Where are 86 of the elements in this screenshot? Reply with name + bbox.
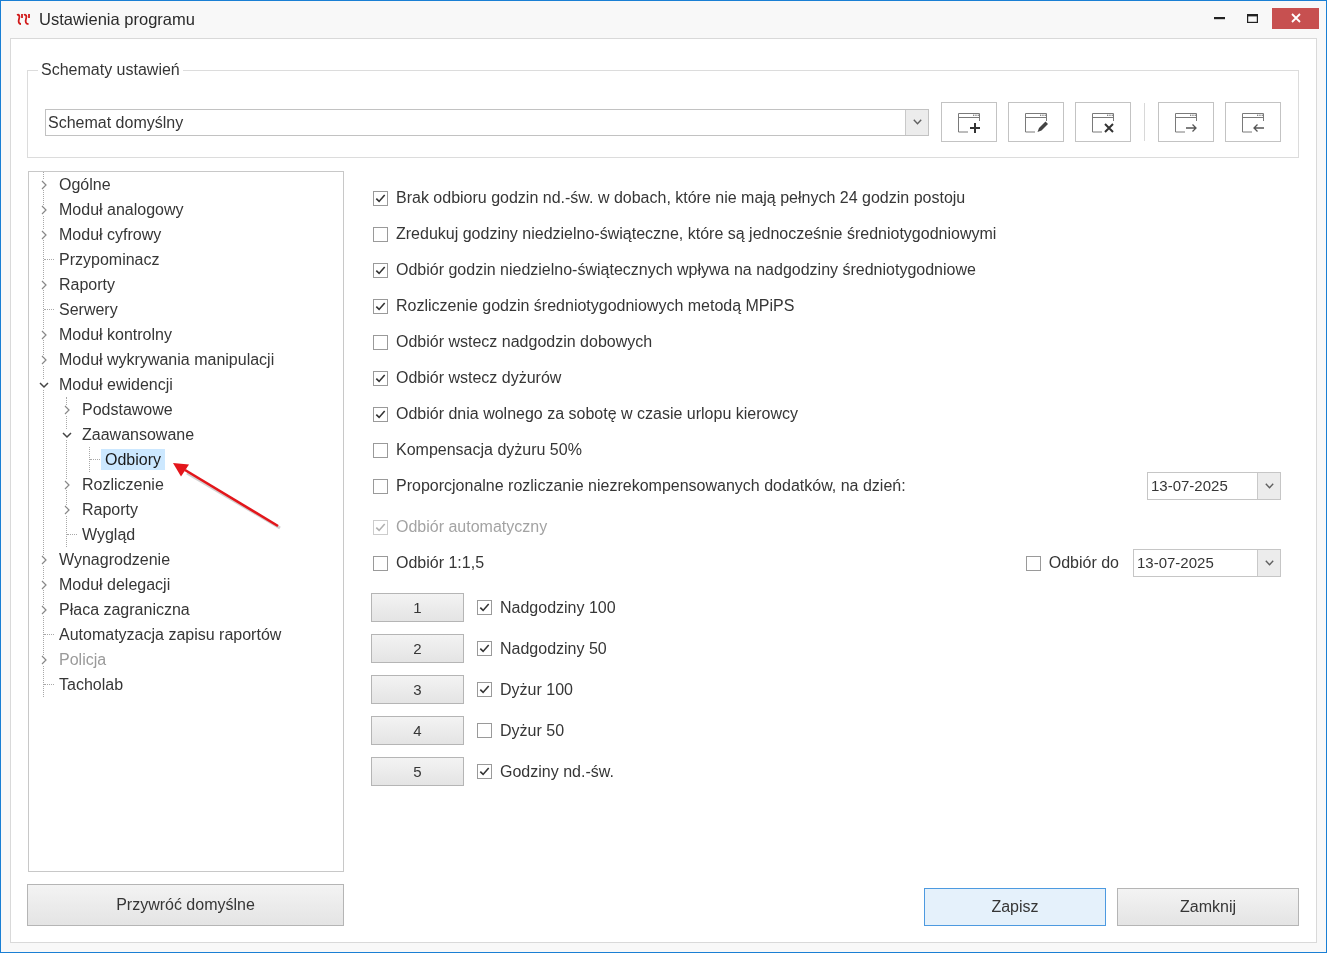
checkbox[interactable] <box>373 226 388 242</box>
checkbox[interactable] <box>373 298 388 314</box>
dialog-button[interactable]: Zamknij <box>1117 888 1299 926</box>
checkbox-label[interactable]: Nadgodziny 100 <box>500 598 616 617</box>
tree-item[interactable]: Moduł kontrolny <box>55 324 176 345</box>
tree-item[interactable]: Wynagrodzenie <box>55 549 175 570</box>
tree-item[interactable]: Płaca zagraniczna <box>55 599 194 620</box>
checkbox[interactable] <box>477 600 492 615</box>
tree-item[interactable]: Rozliczenie <box>78 474 168 495</box>
dialog-button[interactable]: Zapisz <box>924 888 1106 926</box>
tree-item[interactable]: Raporty <box>55 274 120 295</box>
tree-item[interactable]: Przypominacz <box>55 249 164 270</box>
checkbox[interactable] <box>477 723 492 738</box>
checkbox-label[interactable]: Odbiór godzin niedzielno-świątecznych wpływa na nadgodziny średniotygodniowe <box>396 261 976 279</box>
checkbox-label[interactable]: Rozliczenie godzin średniotygodniowych metodą MPiPS <box>396 297 795 315</box>
tree-item[interactable]: Raporty <box>78 499 143 520</box>
chevron-down-icon <box>1264 560 1274 566</box>
priority-button[interactable]: 5 <box>371 757 464 786</box>
toolbar-button[interactable] <box>941 102 997 142</box>
tree-item[interactable]: Moduł delegacji <box>55 574 175 595</box>
checkbox-label[interactable]: Proporcjonalne rozliczanie niezrekompensowanych dodatków, na dzień: <box>396 477 906 495</box>
checkbox-label[interactable]: Dyżur 100 <box>500 680 573 699</box>
dropdown-button[interactable] <box>1257 473 1280 499</box>
window-arrow-left-icon <box>1240 111 1266 133</box>
tree-item[interactable]: Moduł ewidencji <box>55 374 177 395</box>
close-button[interactable] <box>1272 7 1319 29</box>
checkbox[interactable] <box>373 370 388 386</box>
toolbar-button[interactable] <box>1075 102 1131 142</box>
chevron-down-icon <box>912 119 922 125</box>
checkbox-label[interactable]: Dyżur 50 <box>500 721 565 740</box>
checkbox-label[interactable]: Nadgodziny 50 <box>500 639 607 658</box>
toolbar-button[interactable] <box>1158 102 1214 142</box>
priority-button[interactable]: 4 <box>371 716 464 745</box>
checkbox-label[interactable]: Odbiór 1:1,5 <box>396 554 485 572</box>
tree-item[interactable]: Odbiory <box>101 449 166 470</box>
checkbox[interactable] <box>373 262 388 278</box>
tree-item[interactable]: Serwery <box>55 299 122 320</box>
checkbox[interactable] <box>373 190 388 206</box>
window-arrow-right-icon <box>1173 111 1199 133</box>
tree-item[interactable]: Tacholab <box>55 674 128 695</box>
checkbox[interactable] <box>373 406 388 422</box>
window-title: Ustawienia programu <box>39 10 195 29</box>
checkbox-label[interactable]: Godziny nd.-św. <box>500 762 614 781</box>
tree-item[interactable]: Moduł wykrywania manipulacji <box>55 349 279 370</box>
group-title: Schematy ustawień <box>40 61 181 79</box>
tree-item[interactable]: Moduł cyfrowy <box>55 224 166 245</box>
checkbox-label[interactable]: Zredukuj godziny niedzielno-świąteczne, które są jednocześnie średniotygodniowymi <box>396 225 997 243</box>
checkbox-label[interactable]: Odbiór dnia wolnego za sobotę w czasie urlopu kierowcy <box>396 405 798 423</box>
date-picker[interactable]: 13-07-2025 <box>1147 472 1281 500</box>
tree-item[interactable]: Ogólne <box>55 174 115 195</box>
tree-item[interactable]: Automatyzacja zapisu raportów <box>55 624 286 645</box>
tree-item[interactable]: Moduł analogowy <box>55 199 188 220</box>
priority-button[interactable]: 1 <box>371 593 464 622</box>
app-logo-icon <box>16 13 30 26</box>
date-picker[interactable]: 13-07-2025 <box>1133 549 1281 577</box>
toolbar-button[interactable] <box>1008 102 1064 142</box>
checkbox-label[interactable]: Odbiór do <box>1048 554 1119 572</box>
dropdown-button[interactable] <box>905 109 928 135</box>
restore-defaults-button[interactable]: Przywróć domyślne <box>27 884 344 926</box>
checkbox[interactable] <box>373 478 388 494</box>
tree-item[interactable]: Wygląd <box>78 524 140 545</box>
checkbox-label[interactable]: Odbiór wstecz dyżurów <box>396 369 562 387</box>
tree-item[interactable]: Podstawowe <box>78 399 177 420</box>
checkbox[interactable] <box>477 764 492 779</box>
checkbox[interactable] <box>373 334 388 350</box>
checkbox[interactable] <box>373 555 388 571</box>
toolbar-button[interactable] <box>1225 102 1281 142</box>
window-pencil-icon <box>1023 111 1049 133</box>
checkbox-label[interactable]: Brak odbioru godzin nd.-św. w dobach, które nie mają pełnych 24 godzin postoju <box>396 189 966 207</box>
checkbox[interactable] <box>1025 555 1041 571</box>
checkbox[interactable] <box>373 442 388 458</box>
priority-button[interactable]: 3 <box>371 675 464 704</box>
maximize-icon <box>1246 14 1258 23</box>
minimize-icon <box>1213 17 1225 20</box>
window-plus-icon <box>956 111 982 133</box>
chevron-down-icon <box>1264 483 1274 489</box>
window-x-icon <box>1090 111 1116 133</box>
checkbox[interactable] <box>477 682 492 697</box>
checkbox-label[interactable]: Odbiór wstecz nadgodzin dobowych <box>396 333 653 351</box>
dropdown-button[interactable] <box>1257 550 1280 576</box>
scheme-combobox[interactable]: Schemat domyślny <box>45 108 929 136</box>
close-icon <box>1290 13 1301 23</box>
tree-item[interactable]: Zaawansowane <box>78 424 199 445</box>
checkbox-label[interactable]: Kompensacja dyżuru 50% <box>396 441 582 459</box>
checkbox[interactable] <box>477 641 492 656</box>
priority-button[interactable]: 2 <box>371 634 464 663</box>
